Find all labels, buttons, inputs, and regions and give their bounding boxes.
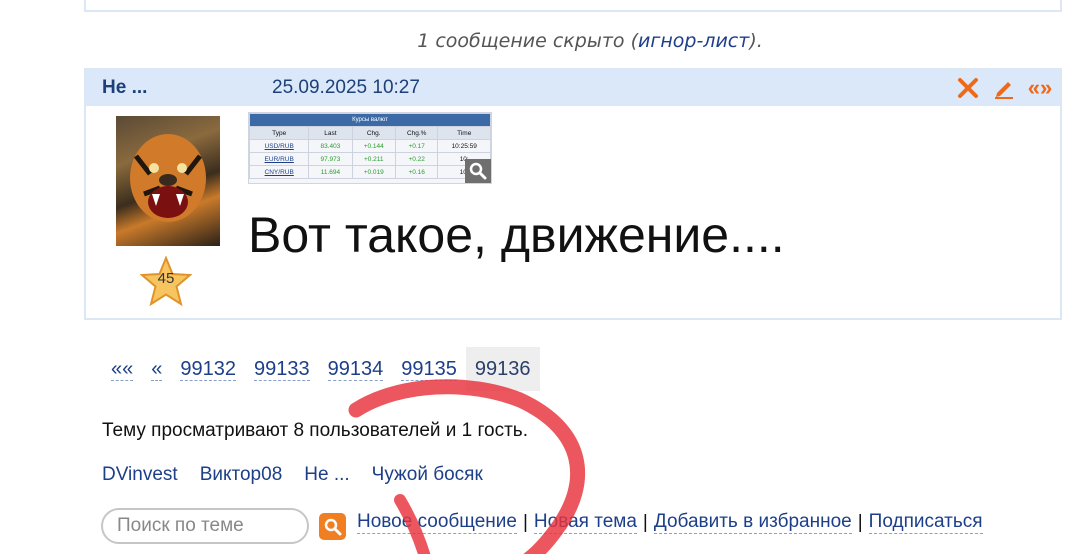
- hidden-messages-notice: 1 сообщение скрыто (игнор-лист).: [417, 30, 763, 52]
- close-x-icon[interactable]: [956, 76, 980, 100]
- pager-page[interactable]: 99133: [245, 347, 319, 391]
- new-message-link[interactable]: Новое сообщение: [357, 511, 517, 534]
- post-body: Вот такое, движение....: [248, 207, 785, 263]
- pager-page[interactable]: 99135: [392, 347, 466, 391]
- quotes-table: Курсы валют Type Last Chg. Chg.% Time US…: [249, 113, 491, 179]
- post-date[interactable]: 25.09.2025 10:27: [272, 77, 420, 99]
- ignore-list-link[interactable]: игнор-лист: [638, 30, 749, 52]
- rating-value: 45: [157, 270, 175, 287]
- pager-first[interactable]: ««: [102, 347, 142, 391]
- topic-search-input[interactable]: [101, 508, 309, 544]
- rating-star-icon: 45: [139, 255, 193, 308]
- pager-current-page: 99136: [465, 347, 540, 391]
- pager-page[interactable]: 99132: [171, 347, 245, 391]
- topic-actions: Новое сообщение | Новая тема | Добавить …: [357, 511, 983, 534]
- table-row: USD/RUB 83.403 +0.144 +0.17 10:25:59: [249, 139, 491, 153]
- post-header: Не ... 25.09.2025 10:27 «»: [86, 70, 1060, 106]
- previous-post-frame: [84, 0, 1062, 12]
- viewing-users-list: DVinvest Виктор08 Не ... Чужой босяк: [102, 464, 483, 486]
- new-topic-link[interactable]: Новая тема: [533, 511, 637, 534]
- topic-viewers-text: Тему просматривают 8 пользователей и 1 г…: [102, 420, 528, 441]
- col-time: Time: [437, 126, 491, 140]
- quotes-title: Курсы валют: [249, 113, 491, 127]
- avatar[interactable]: [116, 116, 220, 246]
- separator: |: [642, 511, 648, 533]
- user-link[interactable]: Чужой босяк: [372, 464, 483, 486]
- quote-icon[interactable]: «»: [1028, 75, 1052, 100]
- post-actions: «»: [956, 75, 1052, 101]
- separator: |: [857, 511, 863, 533]
- table-row: CNY/RUB 11.694 +0.019 +0.16 10:: [249, 165, 491, 179]
- user-link[interactable]: DVinvest: [102, 464, 178, 486]
- forum-post: Не ... 25.09.2025 10:27 «» 45 Курсы валю…: [84, 68, 1062, 320]
- col-chg-pct: Chg.%: [394, 126, 439, 140]
- pagination: «« « 99132 99133 99134 99135 99136: [102, 347, 540, 391]
- pager-page[interactable]: 99134: [319, 347, 393, 391]
- edit-pencil-icon[interactable]: [992, 76, 1016, 100]
- post-author[interactable]: Не ...: [102, 77, 147, 99]
- subscribe-link[interactable]: Подписаться: [868, 511, 983, 534]
- user-link[interactable]: Виктор08: [200, 464, 283, 486]
- table-row: EUR/RUB 97.973 +0.211 +0.22 10:: [249, 152, 491, 166]
- col-chg: Chg.: [351, 126, 396, 140]
- search-icon[interactable]: [319, 513, 346, 540]
- col-type: Type: [249, 126, 310, 140]
- attachment-thumbnail[interactable]: Курсы валют Type Last Chg. Chg.% Time US…: [248, 112, 492, 184]
- col-last: Last: [308, 126, 353, 140]
- add-favorite-link[interactable]: Добавить в избранное: [653, 511, 852, 534]
- separator: |: [522, 511, 528, 533]
- user-link[interactable]: Не ...: [304, 464, 349, 486]
- pager-prev[interactable]: «: [142, 347, 171, 391]
- zoom-icon[interactable]: [465, 159, 491, 183]
